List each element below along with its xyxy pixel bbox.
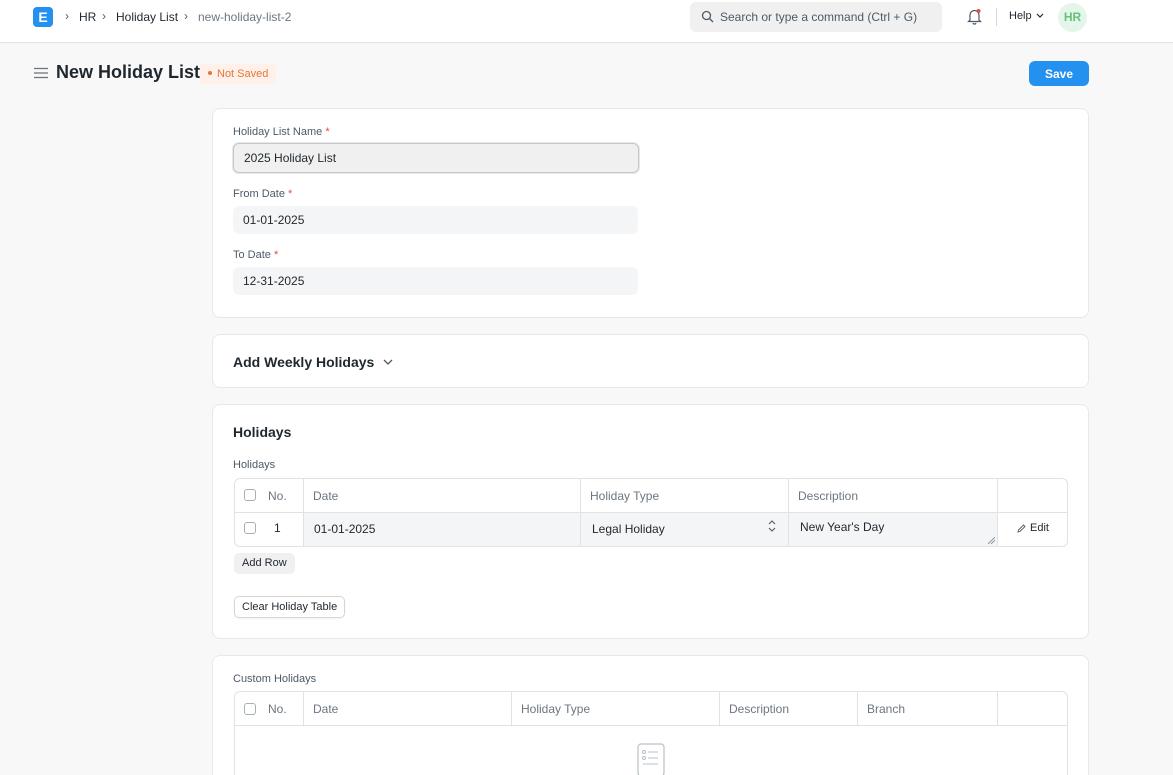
- to-date-label: To Date *: [233, 249, 278, 261]
- column-header-branch: Branch: [867, 702, 906, 716]
- chevron-down-icon: [1036, 13, 1044, 18]
- select-all-checkbox[interactable]: [244, 489, 256, 501]
- chevron-right-icon: ›: [102, 9, 106, 23]
- label-text: From Date: [233, 188, 285, 200]
- row-checkbox[interactable]: [244, 522, 256, 534]
- save-button[interactable]: Save: [1029, 61, 1089, 86]
- edit-label: Edit: [1030, 522, 1049, 534]
- column-header-no: No.: [268, 702, 287, 716]
- column-divider: [997, 692, 998, 725]
- status-badge: Not Saved: [200, 64, 277, 84]
- notification-bell-icon[interactable]: [967, 8, 982, 25]
- column-divider: [303, 692, 304, 725]
- column-divider: [511, 692, 512, 725]
- from-date-input[interactable]: 01-01-2025: [233, 206, 638, 234]
- search-bar[interactable]: Search or type a command (Ctrl + G): [690, 2, 942, 32]
- breadcrumb-current-doc[interactable]: new-holiday-list-2: [198, 10, 291, 24]
- column-header-holiday-type: Holiday Type: [521, 702, 591, 716]
- search-placeholder: Search or type a command (Ctrl + G): [720, 10, 918, 24]
- column-header-date: Date: [313, 702, 339, 716]
- chevron-right-icon: ›: [184, 9, 188, 23]
- resize-handle-icon[interactable]: [988, 537, 995, 544]
- breadcrumb-hr[interactable]: HR: [79, 10, 96, 24]
- column-header-date: Date: [313, 489, 339, 503]
- column-header-no: No.: [268, 489, 287, 503]
- holidays-section-title: Holidays: [233, 424, 292, 440]
- status-text: Not Saved: [217, 68, 269, 80]
- column-divider: [719, 692, 720, 725]
- status-dot-icon: [208, 71, 212, 76]
- page-title: New Holiday List: [56, 62, 201, 82]
- required-mark: *: [273, 249, 279, 261]
- row-number: 1: [274, 521, 281, 535]
- sidebar-toggle-icon[interactable]: [34, 67, 48, 79]
- holiday-list-name-label: Holiday List Name *: [233, 126, 330, 138]
- empty-list-icon: [637, 743, 665, 775]
- label-text: Holiday List Name: [233, 126, 323, 138]
- required-mark: *: [325, 126, 330, 138]
- column-header-holiday-type: Holiday Type: [590, 489, 660, 503]
- weekly-holidays-card[interactable]: Add Weekly Holidays: [212, 334, 1089, 388]
- navbar-divider: [996, 8, 997, 26]
- chevron-right-icon: ›: [65, 9, 69, 23]
- from-date-label: From Date *: [233, 188, 292, 200]
- row-divider: [235, 725, 1067, 726]
- custom-holidays-table-label: Custom Holidays: [233, 673, 317, 685]
- breadcrumb-holiday-list[interactable]: Holiday List: [116, 10, 178, 24]
- to-date-input[interactable]: 12-31-2025: [233, 267, 638, 295]
- holidays-table-label: Holidays: [233, 459, 276, 471]
- select-all-checkbox[interactable]: [244, 703, 256, 715]
- clear-holiday-table-button[interactable]: Clear Holiday Table: [234, 596, 346, 618]
- required-mark: *: [288, 188, 293, 200]
- select-arrows-icon: [768, 520, 776, 532]
- chevron-down-icon[interactable]: [383, 359, 393, 365]
- label-text: To Date: [233, 249, 271, 261]
- details-card: Holiday List Name * 2025 Holiday List Fr…: [212, 108, 1089, 318]
- column-header-description: Description: [798, 489, 859, 503]
- custom-holidays-table: No. Date Holiday Type Description Branch: [234, 691, 1068, 775]
- date-cell-value: 01-01-2025: [314, 522, 376, 536]
- column-header-description: Description: [729, 702, 790, 716]
- description-value: New Year's Day: [800, 520, 885, 534]
- holiday-type-value: Legal Holiday: [592, 522, 665, 536]
- user-avatar[interactable]: HR: [1058, 3, 1087, 32]
- holiday-list-name-input[interactable]: 2025 Holiday List: [233, 143, 639, 173]
- search-icon: [701, 10, 714, 23]
- weekly-holidays-title[interactable]: Add Weekly Holidays: [233, 354, 374, 370]
- app-logo[interactable]: E: [33, 7, 53, 27]
- holidays-table: No. Date Holiday Type Description 1 01-0…: [234, 478, 1068, 547]
- holidays-card: Holidays Holidays No. Date Holiday Type …: [212, 404, 1089, 639]
- pencil-icon: [1017, 524, 1026, 533]
- add-row-button[interactable]: Add Row: [234, 553, 295, 574]
- custom-holidays-card: Custom Holidays No. Date Holiday Type De…: [212, 655, 1089, 775]
- navbar: E › HR › Holiday List › new-holiday-list…: [0, 0, 1173, 43]
- column-divider: [857, 692, 858, 725]
- help-menu[interactable]: Help: [1009, 10, 1032, 22]
